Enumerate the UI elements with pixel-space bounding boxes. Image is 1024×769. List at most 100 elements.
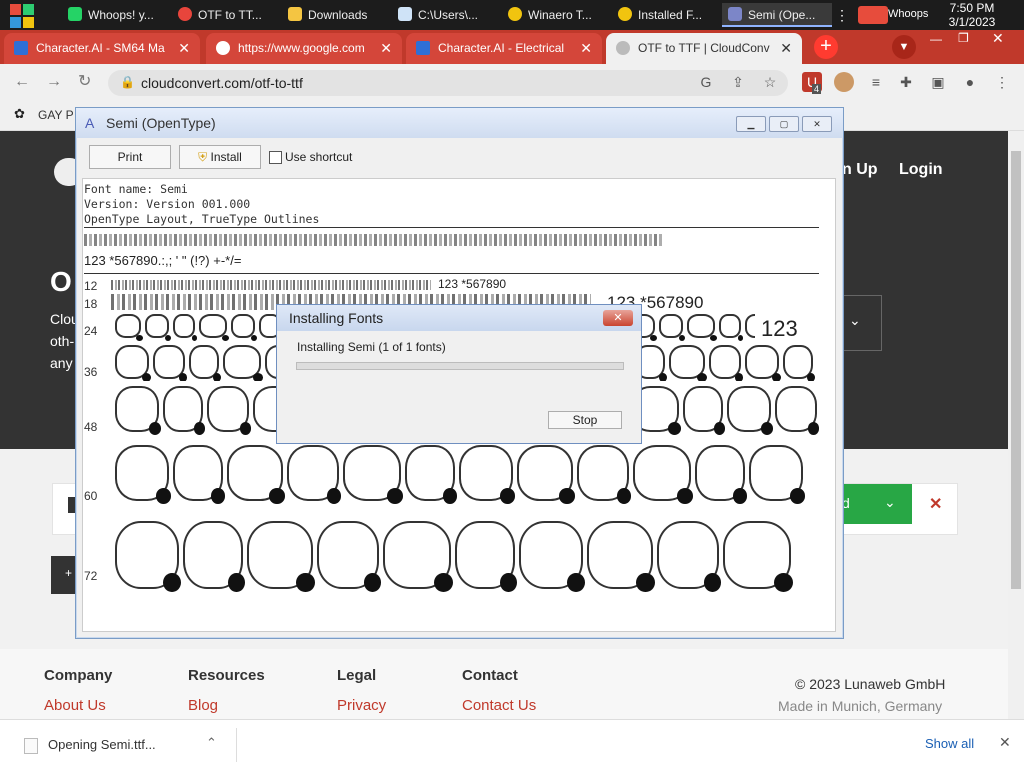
install-button[interactable]: ⛨ Install	[179, 145, 261, 169]
footer-link-about[interactable]: About Us	[44, 697, 106, 714]
taskbar-item-chrome[interactable]: OTF to TT...	[172, 3, 282, 27]
cloudconvert-icon	[616, 41, 630, 55]
taskbar-item-label: C:\Users\...	[418, 8, 479, 22]
signup-link[interactable]: n Up	[842, 161, 878, 179]
clock[interactable]: 7:50 PM 3/1/2023	[940, 0, 1004, 29]
copyright: © 2023 Lunaweb GmbH	[795, 676, 946, 692]
bookmark-item[interactable]: GAY P	[38, 108, 74, 122]
tab-character-ai-electrical[interactable]: Character.AI - Electrical ✕	[406, 33, 602, 64]
taskbar-item-label: Winaero T...	[528, 8, 592, 22]
close-icon[interactable]: ✕	[603, 310, 633, 326]
remove-file-icon[interactable]: ✕	[929, 494, 942, 514]
size-label-60: 60	[84, 489, 98, 503]
taskbar-item-label: Downloads	[308, 8, 368, 22]
tab-close-icon[interactable]: ✕	[580, 33, 592, 64]
profile-icon[interactable]: ●	[960, 72, 980, 92]
taskbar-item-downloads[interactable]: Downloads	[282, 3, 392, 27]
footer-link-blog[interactable]: Blog	[188, 697, 218, 714]
add-file-icon: +	[65, 566, 73, 580]
character-ai-icon	[14, 41, 28, 55]
show-all-button[interactable]: Show all	[925, 736, 974, 751]
use-shortcut-checkbox[interactable]	[269, 151, 282, 164]
hero-heading: O	[50, 266, 72, 297]
share-icon[interactable]: ⇪	[728, 72, 748, 92]
convert-button[interactable]: d ⌄	[842, 484, 912, 524]
footer-heading: Resources	[188, 667, 265, 684]
size-label-48: 48	[84, 420, 98, 434]
tab-close-icon[interactable]: ✕	[178, 33, 190, 64]
reload-icon[interactable]: ↻	[78, 70, 91, 94]
footer-heading: Contact	[462, 667, 518, 684]
login-link[interactable]: Login	[899, 161, 943, 179]
font-viewer-title: Semi (OpenType)	[106, 115, 216, 131]
download-item-label[interactable]: Opening Semi.ttf...	[48, 737, 156, 752]
extension-flag-icon[interactable]: ≡	[866, 72, 886, 92]
winaero-icon	[508, 7, 522, 21]
installing-fonts-dialog: Installing Fonts ✕ Installing Semi (1 of…	[276, 304, 642, 444]
windows-logo-icon	[23, 17, 34, 28]
taskbar-item-winaero[interactable]: Winaero T...	[502, 3, 612, 27]
tab-label: https://www.google.com	[238, 41, 365, 55]
taskbar-item-font-viewer[interactable]: Semi (Ope...	[722, 3, 832, 27]
bookmark-star-icon[interactable]: ☆	[760, 72, 780, 92]
scrollbar-thumb[interactable]	[1011, 151, 1021, 589]
sample-row-12	[111, 280, 431, 290]
footer-heading: Company	[44, 667, 113, 684]
start-button[interactable]	[8, 2, 48, 28]
divider	[84, 227, 819, 228]
print-button[interactable]: Print	[89, 145, 171, 169]
close-icon[interactable]: ✕	[992, 30, 1004, 46]
glyph-digits-sample: 123 *567890.:,; ' " (!?) +-*/=	[84, 253, 242, 268]
tray-app-icon[interactable]	[858, 6, 888, 24]
install-progress-bar	[296, 362, 624, 370]
maximize-icon[interactable]: ▢	[769, 116, 799, 132]
new-tab-button[interactable]: +	[814, 35, 838, 59]
font-viewer-titlebar[interactable]: A Semi (OpenType) ▁ ▢ ✕	[76, 108, 843, 138]
size-label-72: 72	[84, 569, 98, 583]
stop-button[interactable]: Stop	[548, 411, 622, 429]
size-label-18: 18	[84, 297, 98, 311]
minimize-icon[interactable]: ▁	[736, 116, 766, 132]
lock-icon[interactable]: 🔒	[120, 75, 135, 89]
close-icon[interactable]: ✕	[802, 116, 832, 132]
taskbar-item-whatsapp[interactable]: Whoops! y...	[62, 3, 172, 27]
taskbar-item-notepad[interactable]: C:\Users\...	[392, 3, 502, 27]
chrome-icon	[178, 7, 192, 21]
tab-close-icon[interactable]: ✕	[380, 33, 392, 64]
footer-link-contact[interactable]: Contact Us	[462, 697, 536, 714]
chevron-up-icon[interactable]: ⌃	[206, 735, 217, 751]
chevron-down-icon: ⌄	[849, 312, 861, 328]
chrome-menu-icon[interactable]: ⋮	[992, 72, 1012, 92]
tab-google[interactable]: https://www.google.com ✕	[206, 33, 402, 64]
taskbar-overflow-icon[interactable]: ⋮	[834, 4, 850, 26]
sample-row-60	[115, 445, 825, 511]
tab-search-button[interactable]: ▼	[892, 35, 916, 59]
uac-shield-icon: ⛨	[198, 150, 208, 164]
back-icon[interactable]: ←	[14, 70, 30, 94]
size-label-12: 12	[84, 279, 98, 293]
font-type-line: OpenType Layout, TrueType Outlines	[84, 212, 320, 226]
tab-close-icon[interactable]: ✕	[780, 33, 792, 64]
footer-link-privacy[interactable]: Privacy	[337, 697, 386, 714]
taskbar-item-installed-fonts[interactable]: Installed F...	[612, 3, 722, 27]
restore-icon[interactable]: ❐	[958, 31, 969, 47]
windows-logo-icon	[10, 4, 21, 15]
tab-cloudconvert[interactable]: OTF to TTF | CloudConv ✕	[606, 33, 802, 64]
tab-character-ai-sm64[interactable]: Character.AI - SM64 Ma ✕	[4, 33, 200, 64]
clock-time: 7:50 PM	[949, 1, 995, 15]
close-downloads-icon[interactable]: ✕	[999, 734, 1011, 751]
tab-strip: Character.AI - SM64 Ma ✕ https://www.goog…	[0, 30, 1024, 64]
notepad-icon	[398, 7, 412, 21]
dialog-titlebar[interactable]: Installing Fonts ✕	[277, 305, 641, 331]
extensions-puzzle-icon[interactable]: ✚	[896, 72, 916, 92]
minimize-icon[interactable]: —	[930, 32, 942, 48]
font-version-line: Version: Version 001.000	[84, 197, 251, 211]
url-text[interactable]: cloudconvert.com/otf-to-ttf	[141, 73, 303, 93]
google-lens-icon[interactable]: G	[696, 72, 716, 92]
extension-avatar-icon[interactable]	[834, 72, 854, 92]
forward-icon[interactable]: →	[46, 70, 62, 94]
side-panel-icon[interactable]: ▣	[928, 72, 948, 92]
taskbar-item-label: Installed F...	[638, 8, 703, 22]
page-scrollbar[interactable]	[1008, 131, 1024, 719]
made-in: Made in Munich, Germany	[778, 698, 943, 714]
